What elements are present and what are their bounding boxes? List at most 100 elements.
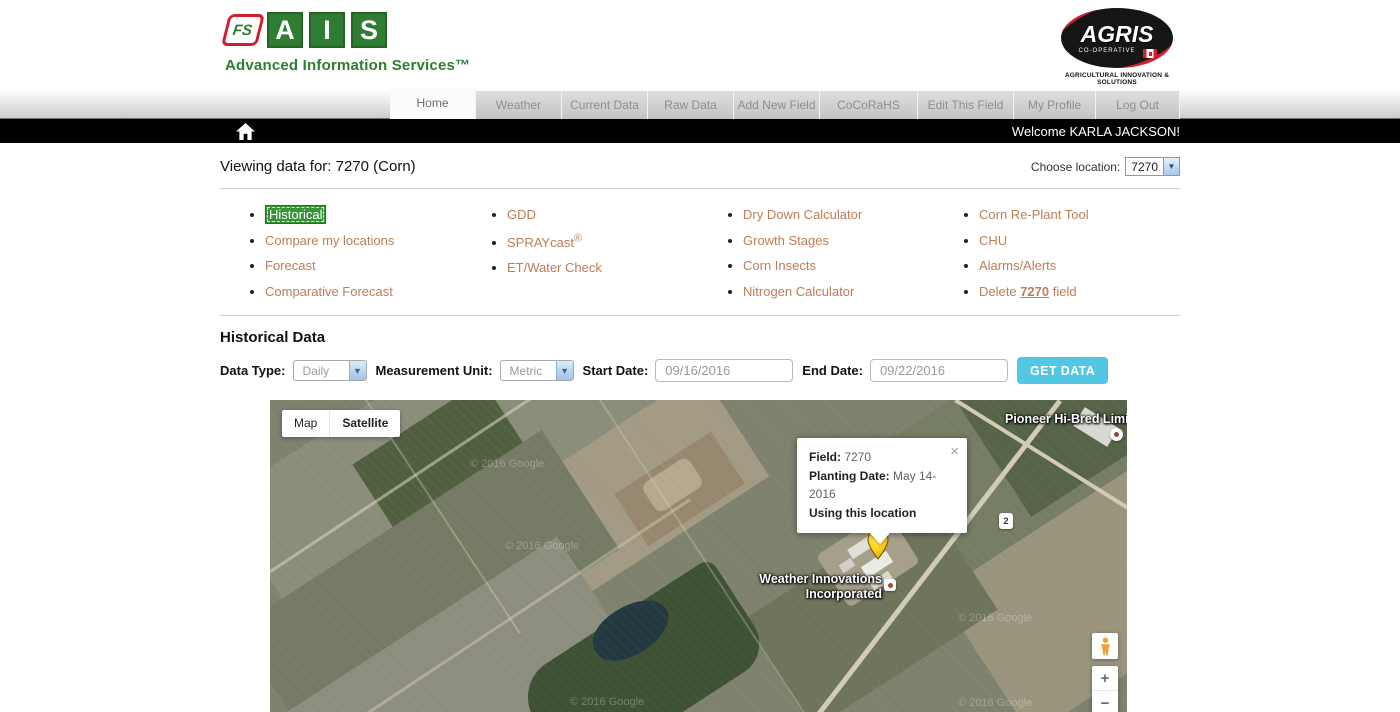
route-shield-icon: 2 — [999, 513, 1013, 529]
menu-link-corn-insects[interactable]: Corn Insects — [743, 258, 816, 273]
pioneer-map-label: Pioneer Hi-Bred Limited — [1005, 412, 1127, 427]
location-select[interactable]: 7270 ▼ — [1125, 157, 1180, 176]
registered-mark: ® — [574, 233, 582, 245]
header: FS A I S Advanced Information Services™ … — [0, 0, 1400, 90]
info-field-line: Field: 7270 — [809, 448, 955, 467]
delete-suffix: field — [1049, 284, 1076, 299]
agris-tagline: AGRICULTURAL INNOVATION & SOLUTIONS — [1058, 72, 1176, 86]
list-item: ET/Water Check — [507, 260, 698, 275]
menu-link-compare-my-locations[interactable]: Compare my locations — [265, 233, 394, 248]
zoom-in-button[interactable]: + — [1092, 666, 1118, 691]
tab-home[interactable]: Home — [390, 88, 476, 119]
list-item: Alarms/Alerts — [979, 258, 1174, 273]
menu-link-spraycast[interactable]: SPRAYcast® — [507, 235, 582, 250]
close-icon[interactable]: × — [950, 444, 959, 459]
historical-form: Data Type: Daily ▼ Measurement Unit: Met… — [220, 357, 1180, 384]
menu-link-nitrogen-calculator[interactable]: Nitrogen Calculator — [743, 284, 854, 299]
info-planting-line: Planting Date: May 14-2016 — [809, 467, 955, 504]
canada-flag-icon — [1143, 49, 1157, 58]
tab-my-profile[interactable]: My Profile — [1014, 91, 1096, 119]
start-date-label: Start Date: — [583, 363, 649, 378]
measurement-unit-label: Measurement Unit: — [376, 363, 493, 378]
map-view-button[interactable]: Map — [282, 410, 329, 437]
agris-coop-text: CO-OPERATIVE — [1065, 48, 1149, 54]
list-item: Delete 7270 field — [979, 284, 1174, 299]
satellite-map[interactable]: © 2016 Google © 2016 Google © 2016 Googl… — [270, 400, 1127, 712]
measurement-unit-select[interactable]: Metric ▼ — [500, 360, 574, 381]
poi-icon[interactable] — [1110, 428, 1123, 441]
page: FS A I S Advanced Information Services™ … — [0, 0, 1400, 712]
planting-date-label: Planting Date: — [809, 469, 890, 483]
list-item: Comparative Forecast — [265, 284, 462, 299]
ais-logo: FS A I S Advanced Information Services™ — [225, 12, 470, 74]
welcome-bar: Welcome KARLA JACKSON! — [0, 119, 1400, 143]
navbar: Home Weather Current Data Raw Data Add N… — [0, 90, 1400, 119]
tab-current-data[interactable]: Current Data — [562, 91, 648, 119]
menu-link-corn-replant-tool[interactable]: Corn Re-Plant Tool — [979, 207, 1089, 222]
data-type-select[interactable]: Daily ▼ — [293, 360, 367, 381]
delete-field-number: 7270 — [1020, 284, 1049, 299]
list-item: SPRAYcast® — [507, 233, 698, 250]
menu-link-gdd[interactable]: GDD — [507, 207, 536, 222]
field-label: Field: — [809, 450, 841, 464]
measurement-unit-value: Metric — [510, 364, 543, 378]
menu-link-alarms-alerts[interactable]: Alarms/Alerts — [979, 258, 1056, 273]
fs-shield-text: FS — [232, 22, 254, 39]
menu-link-et-water-check[interactable]: ET/Water Check — [507, 260, 602, 275]
menu-link-comparative-forecast[interactable]: Comparative Forecast — [265, 284, 393, 299]
ais-letter-s: S — [351, 12, 387, 48]
menu-link-historical[interactable]: Historical — [265, 205, 326, 224]
menu-link-growth-stages[interactable]: Growth Stages — [743, 233, 829, 248]
google-watermark: © 2016 Google — [958, 697, 1032, 709]
menu-link-chu[interactable]: CHU — [979, 233, 1007, 248]
agris-oval-icon: AGRIS CO-OPERATIVE — [1061, 8, 1173, 68]
zoom-out-button[interactable]: − — [1092, 691, 1118, 712]
list-item: Dry Down Calculator — [743, 207, 934, 222]
page-title: Viewing data for: 7270 (Corn) — [220, 158, 416, 175]
menu-link-delete-field[interactable]: Delete 7270 field — [979, 284, 1077, 299]
satellite-view-button[interactable]: Satellite — [329, 410, 400, 437]
spraycast-text: SPRAYcast — [507, 235, 574, 250]
end-date-label: End Date: — [802, 363, 863, 378]
chevron-down-icon: ▼ — [1163, 158, 1179, 175]
end-date-input[interactable] — [870, 359, 1008, 382]
map-type-control: Map Satellite — [282, 410, 400, 437]
start-date-input[interactable] — [655, 359, 793, 382]
station-map-label: Weather Innovations Incorporated — [748, 572, 882, 602]
data-type-label: Data Type: — [220, 363, 286, 378]
ais-letter-i: I — [309, 12, 345, 48]
google-watermark: © 2016 Google — [958, 612, 1032, 624]
menu-link-dry-down-calculator[interactable]: Dry Down Calculator — [743, 207, 862, 222]
list-item: Historical — [265, 207, 462, 222]
tab-weather[interactable]: Weather — [476, 91, 562, 119]
tab-log-out[interactable]: Log Out — [1096, 91, 1180, 119]
map-texture — [270, 400, 1127, 712]
tab-cocorahs[interactable]: CoCoRaHS — [820, 91, 918, 119]
list-item: Corn Insects — [743, 258, 934, 273]
zoom-control: + − — [1092, 666, 1118, 712]
google-watermark: © 2016 Google — [570, 696, 644, 708]
station-label-line1: Weather Innovations — [748, 572, 882, 587]
tab-raw-data[interactable]: Raw Data — [648, 91, 734, 119]
ais-letter-a: A — [267, 12, 303, 48]
home-icon[interactable] — [236, 123, 255, 140]
info-window: Field: 7270 Planting Date: May 14-2016 U… — [797, 438, 967, 533]
tab-edit-this-field[interactable]: Edit This Field — [918, 91, 1014, 119]
field-value: 7270 — [841, 450, 871, 464]
list-item: GDD — [507, 207, 698, 222]
list-item: Growth Stages — [743, 233, 934, 248]
google-watermark: © 2016 Google — [505, 540, 579, 552]
chevron-down-icon: ▼ — [349, 361, 366, 380]
using-location-text: Using this location — [809, 504, 955, 523]
info-window-tail — [869, 532, 891, 544]
poi-icon[interactable] — [884, 579, 896, 591]
list-item: CHU — [979, 233, 1174, 248]
tools-menu: Historical Compare my locations Forecast… — [220, 189, 1180, 316]
tab-add-new-field[interactable]: Add New Field — [734, 91, 820, 119]
pegman-icon — [1099, 637, 1112, 656]
get-data-button[interactable]: GET DATA — [1017, 357, 1108, 384]
chevron-down-icon: ▼ — [556, 361, 573, 380]
pegman-control[interactable] — [1092, 633, 1118, 659]
menu-link-forecast[interactable]: Forecast — [265, 258, 316, 273]
data-type-value: Daily — [303, 364, 330, 378]
